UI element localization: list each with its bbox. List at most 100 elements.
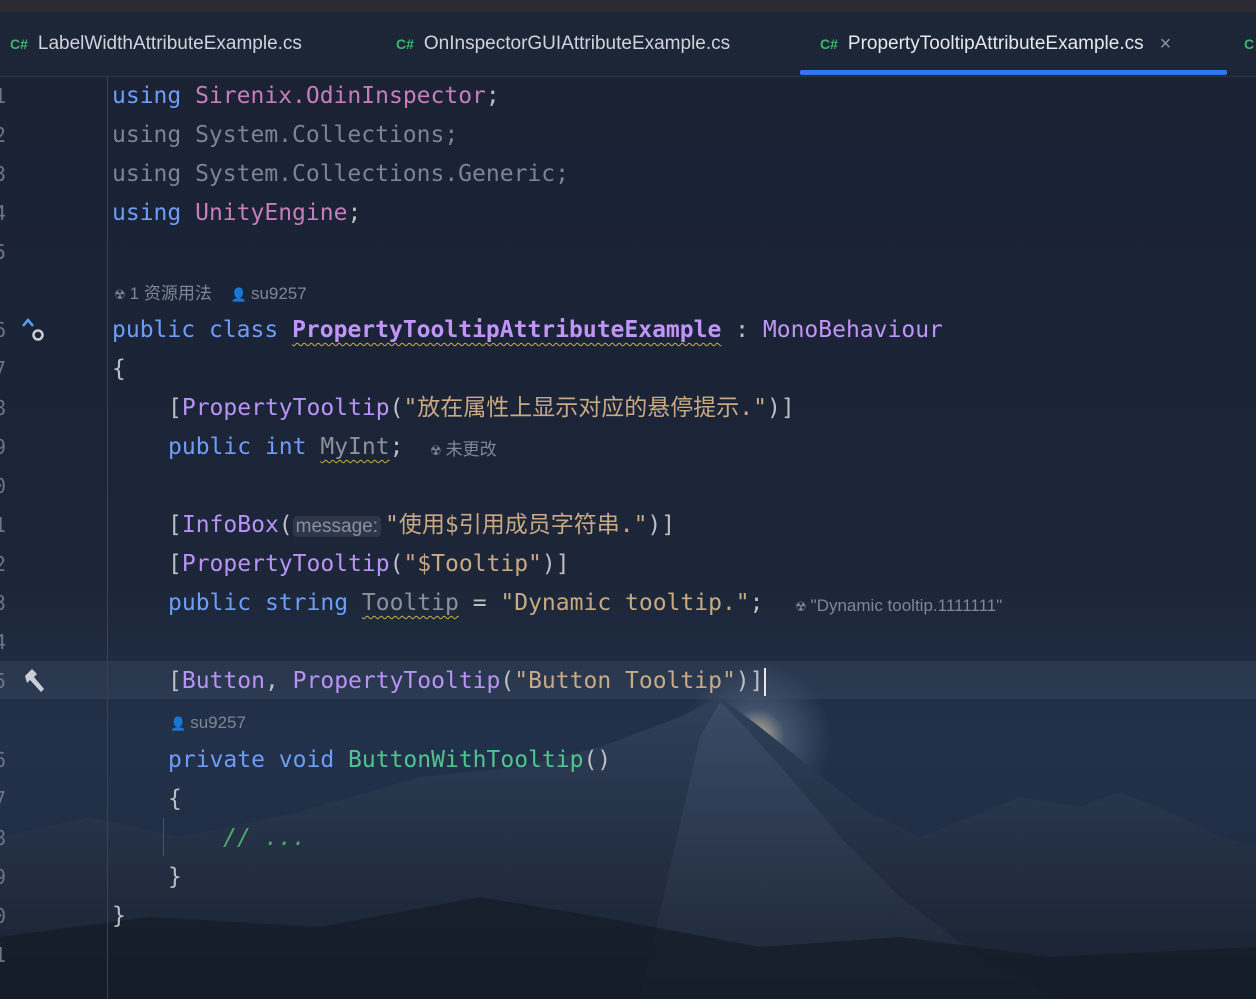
punct: [ — [168, 395, 182, 421]
namespace: Sirenix.OdinInspector — [195, 83, 486, 109]
punct: ; — [485, 83, 500, 109]
codelens-unchanged[interactable]: ☢ 未更改 — [430, 430, 497, 471]
editor-tab-bar: C# LabelWidthAttributeExample.cs C# OnIn… — [0, 12, 1256, 77]
string: "使用$引用成员字符串." — [385, 512, 648, 538]
punct: [ — [168, 551, 182, 577]
string: "Dynamic tooltip." — [500, 590, 750, 616]
line-number: 3 — [0, 591, 7, 615]
line-number: 0 — [0, 474, 7, 498]
unity-asset-icon: ☢ — [795, 600, 807, 615]
attribute: Button — [181, 668, 265, 694]
keyword: public — [168, 434, 252, 460]
line-number: 6 — [0, 318, 7, 342]
codelens-usages[interactable]: ☢ 1 资源用法 👤 su9257 — [114, 274, 307, 315]
attribute: PropertyTooltip — [181, 395, 390, 421]
punct: ; — [347, 200, 362, 226]
line-number: 4 — [0, 201, 7, 225]
line-number: 5 — [0, 669, 7, 693]
author-icon: 👤 — [170, 717, 187, 732]
code-line-17: { — [168, 786, 182, 812]
punct: , — [264, 668, 293, 694]
punct: () — [583, 747, 612, 773]
override-marker-icon[interactable] — [20, 317, 50, 347]
tab-label: OnInspectorGUIAttributeExample.cs — [423, 33, 731, 54]
namespace: UnityEngine — [195, 200, 348, 226]
keyword: using — [112, 83, 182, 109]
line-number: 5 — [0, 240, 7, 264]
csharp-file-icon: C# — [10, 36, 28, 52]
punct: )] — [735, 668, 764, 694]
usages-text: 1 资源用法 — [129, 284, 212, 303]
punct: ( — [389, 551, 404, 577]
window-top-strip — [0, 0, 1256, 12]
keyword: int — [264, 434, 307, 460]
line-number: 6 — [0, 748, 7, 772]
line-number: 1 — [0, 513, 7, 537]
code-line-9: public int MyInt; — [168, 428, 403, 467]
punct: [ — [168, 512, 182, 538]
code-line-13: public string Tooltip = "Dynamic tooltip… — [168, 584, 764, 623]
code-line-11: [InfoBox(message: "使用$引用成员字符串.")] — [168, 506, 675, 546]
tab-oninspector-example[interactable]: C# OnInspectorGUIAttributeExample.cs — [396, 12, 730, 76]
tab-property-tooltip-example[interactable]: C# PropertyTooltipAttributeExample.cs × — [820, 12, 1171, 76]
code-line-3: using System.Collections.Generic; — [112, 161, 569, 187]
text-caret — [763, 667, 766, 696]
tab-label: LabelWidthAttributeExample.cs — [37, 33, 302, 54]
code-editor[interactable]: 1 2 3 4 5 6 7 8 9 0 1 2 3 4 5 6 7 8 9 0 … — [0, 77, 1256, 999]
tab-label: PropertyTooltipAttributeExample.cs — [847, 33, 1144, 54]
punct: ( — [389, 395, 404, 421]
punct: [ — [168, 668, 182, 694]
tab-label-width-example[interactable]: C# LabelWidthAttributeExample.cs — [10, 12, 302, 76]
line-number: 9 — [0, 865, 7, 889]
keyword: private — [168, 747, 265, 773]
indent-guide — [163, 818, 164, 856]
csharp-file-icon: C — [1244, 36, 1255, 52]
code-line-7: { — [112, 356, 126, 382]
punct: )] — [647, 512, 676, 538]
unchanged-text: 未更改 — [445, 440, 497, 459]
string: "Button Tooltip" — [514, 668, 736, 694]
hammer-icon[interactable] — [20, 667, 48, 695]
code-line-12: [PropertyTooltip("$Tooltip")] — [168, 545, 570, 584]
csharp-file-icon: C# — [396, 36, 414, 52]
codelens-tooltip-value[interactable]: ☢ "Dynamic tooltip.1111111" — [795, 586, 1002, 627]
author-icon: 👤 — [230, 288, 247, 303]
tab-overflow-partial[interactable]: C — [1244, 12, 1256, 76]
attribute: PropertyTooltip — [292, 668, 501, 694]
punct: ; — [389, 434, 404, 460]
line-number: 7 — [0, 357, 7, 381]
class-name: PropertyTooltipAttributeExample — [292, 317, 722, 343]
string: "放在属性上显示对应的悬停提示." — [403, 395, 767, 421]
gutter-separator — [107, 77, 108, 999]
close-tab-icon[interactable]: × — [1160, 33, 1172, 56]
keyword: public — [112, 317, 196, 343]
code-line-16: private void ButtonWithTooltip() — [168, 741, 611, 780]
keyword: using — [112, 200, 182, 226]
line-number: 8 — [0, 826, 7, 850]
author-text: su9257 — [190, 713, 246, 732]
line-number: 2 — [0, 552, 7, 576]
line-number: 3 — [0, 162, 7, 186]
line-number: 4 — [0, 630, 7, 654]
code-line-15: [Button, PropertyTooltip("Button Tooltip… — [168, 662, 766, 701]
codelens-author[interactable]: 👤 su9257 — [170, 703, 246, 744]
code-line-20: } — [112, 903, 126, 929]
line-number: 1 — [0, 84, 7, 108]
punct: )] — [541, 551, 570, 577]
active-tab-indicator — [800, 70, 1227, 75]
author-text: su9257 — [250, 284, 307, 303]
punct: ( — [500, 668, 515, 694]
code-line-6: public class PropertyTooltipAttributeExa… — [112, 311, 943, 350]
field-name: Tooltip — [361, 590, 459, 616]
code-line-18: // ... — [223, 825, 307, 851]
code-line-1: using Sirenix.OdinInspector; — [112, 77, 500, 116]
code-line-2: using System.Collections; — [112, 122, 459, 148]
keyword: class — [208, 317, 279, 343]
attribute: InfoBox — [181, 512, 279, 538]
line-number: 1 — [0, 943, 7, 967]
base-class: MonoBehaviour — [762, 317, 943, 343]
keyword: public — [168, 590, 252, 616]
code-line-4: using UnityEngine; — [112, 194, 361, 233]
unity-asset-icon: ☢ — [430, 444, 442, 459]
method-name: ButtonWithTooltip — [348, 747, 584, 773]
